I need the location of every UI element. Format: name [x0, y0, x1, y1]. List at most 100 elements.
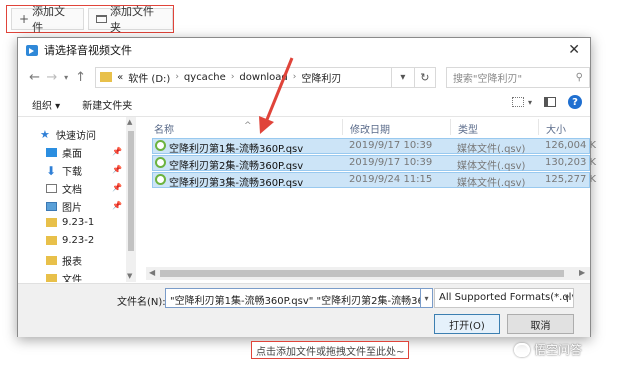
nav-item-documents[interactable]: 文档	[46, 181, 82, 196]
refresh-icon[interactable]: ↻	[414, 66, 436, 88]
folder-icon	[46, 218, 57, 227]
view-controls: ▾ ?	[511, 95, 582, 109]
desktop-icon	[46, 148, 57, 157]
dialog-title: 请选择音视频文件	[44, 44, 132, 57]
open-button[interactable]: 打开(O)	[434, 314, 500, 334]
filename-field[interactable]: "空降利刃第1集-流畅360P.qsv" "空降利刃第2集-流畅360P.c	[165, 288, 421, 308]
plus-icon: +	[19, 12, 30, 26]
add-file-button[interactable]: + 添加文件	[11, 5, 85, 34]
nav-item-folder[interactable]: 9.23-1	[46, 217, 94, 228]
file-size: 130,203 K	[545, 157, 597, 168]
up-arrow-icon[interactable]: ↑	[72, 70, 89, 85]
pin-icon: 📌	[112, 165, 122, 174]
column-divider[interactable]	[342, 119, 343, 135]
address-overflow[interactable]: «	[117, 72, 123, 83]
back-arrow-icon[interactable]: ←	[26, 70, 43, 85]
view-options-icon[interactable]	[511, 97, 524, 107]
nav-item-folder[interactable]: 报表	[46, 253, 82, 268]
file-row[interactable]: 空降利刃第3集-流畅360P.qsv 2019/9/24 11:15 媒体文件(…	[152, 172, 596, 189]
nav-item-label: 文档	[62, 185, 82, 196]
file-date: 2019/9/17 10:39	[349, 157, 433, 168]
help-icon[interactable]: ?	[568, 95, 582, 109]
drop-hint[interactable]: 点击添加文件或拖拽文件至此处~	[251, 341, 410, 359]
column-type[interactable]: 类型	[458, 121, 478, 136]
view-dropdown-icon[interactable]: ▾	[528, 98, 532, 107]
crumb-download[interactable]: download	[239, 72, 287, 83]
media-file-icon	[155, 174, 166, 185]
media-file-icon	[155, 157, 166, 168]
column-divider[interactable]	[538, 119, 539, 135]
pin-icon: 📌	[112, 147, 122, 156]
address-dropdown-icon[interactable]: ▾	[391, 66, 415, 88]
nav-pane-scrollbar[interactable]: ▲ ▼	[126, 117, 136, 282]
pin-icon: 📌	[112, 201, 122, 210]
forward-arrow-icon[interactable]: →	[43, 70, 60, 85]
scroll-right-icon[interactable]: ▶	[579, 268, 585, 277]
crumb-current[interactable]: 空降利刃	[301, 70, 341, 85]
crumb-separator: ›	[175, 72, 179, 82]
filename-label: 文件名(N):	[117, 297, 166, 308]
scroll-down-icon[interactable]: ▼	[127, 272, 132, 280]
watermark-text: 悟空问答	[534, 343, 583, 357]
watermark-logo-icon	[514, 342, 530, 357]
organize-menu[interactable]: 组织 ▾	[32, 97, 60, 112]
file-type: 媒体文件(.qsv)	[457, 178, 526, 189]
nav-item-folder[interactable]: 文件	[46, 271, 82, 282]
scroll-thumb[interactable]	[160, 270, 564, 277]
nav-item-downloads[interactable]: ⬇ 下载	[46, 163, 82, 179]
pin-icon: 📌	[112, 183, 122, 192]
file-list: ^ 名称 修改日期 类型 大小 空降利刃第1集-流畅360P.qsv 2019/…	[146, 117, 596, 267]
search-placeholder: 搜索"空降利刃"	[452, 73, 523, 85]
dialog-body: ★ 快速访问 桌面 📌 ⬇ 下载 📌 文档 📌 图片 📌 9.23-1 9.23…	[18, 116, 596, 283]
watermark: 悟空问答	[514, 341, 582, 358]
crumb-drive[interactable]: 软件 (D:)	[128, 70, 170, 85]
document-icon	[46, 184, 57, 193]
nav-item-pictures[interactable]: 图片	[46, 199, 82, 214]
column-headers: ^ 名称 修改日期 类型 大小	[146, 117, 590, 137]
star-icon: ★	[40, 128, 50, 141]
scroll-left-icon[interactable]: ◀	[149, 268, 155, 277]
file-type: 媒体文件(.qsv)	[457, 144, 526, 155]
file-date: 2019/9/24 11:15	[349, 174, 433, 185]
column-size[interactable]: 大小	[546, 121, 566, 136]
media-file-icon	[155, 140, 166, 151]
file-row[interactable]: 空降利刃第1集-流畅360P.qsv 2019/9/17 10:39 媒体文件(…	[152, 138, 596, 155]
column-date[interactable]: 修改日期	[350, 121, 390, 136]
navigation-pane: ★ 快速访问 桌面 📌 ⬇ 下载 📌 文档 📌 图片 📌 9.23-1 9.23…	[18, 117, 126, 282]
file-list-hscrollbar[interactable]: ◀ ▶	[146, 267, 590, 280]
recent-dropdown-icon[interactable]: ▾	[60, 73, 71, 82]
new-folder-button[interactable]: 新建文件夹	[82, 97, 132, 112]
sort-ascending-icon: ^	[244, 121, 252, 131]
search-input[interactable]: 搜索"空降利刃" ⚲	[445, 66, 590, 88]
file-row[interactable]: 空降利刃第2集-流畅360P.qsv 2019/9/17 10:39 媒体文件(…	[152, 155, 596, 172]
cancel-button[interactable]: 取消	[507, 314, 574, 334]
nav-item-label: 文件	[62, 275, 82, 282]
column-name[interactable]: 名称	[154, 121, 174, 136]
file-name: 空降利刃第2集-流畅360P.qsv	[169, 161, 304, 172]
nav-item-folder[interactable]: 9.23-2	[46, 235, 94, 246]
nav-item-quick-access[interactable]: ★ 快速访问	[40, 127, 96, 142]
app-root: + 添加文件 添加文件夹 请选择音视频文件 ✕ ← → ▾ ↑ « 软件 (D:…	[0, 0, 640, 367]
column-divider[interactable]	[450, 119, 451, 135]
search-icon: ⚲	[575, 71, 583, 83]
add-folder-button[interactable]: 添加文件夹	[88, 5, 173, 34]
nav-item-label: 下载	[62, 167, 82, 178]
scroll-up-icon[interactable]: ▲	[127, 118, 132, 126]
scroll-thumb[interactable]	[128, 131, 134, 251]
crumb-separator: ›	[230, 72, 235, 82]
file-size: 126,004 K	[545, 140, 597, 151]
nav-item-label: 图片	[62, 203, 82, 214]
command-bar: 组织 ▾ 新建文件夹 ▾ ?	[18, 92, 590, 116]
nav-item-desktop[interactable]: 桌面	[46, 145, 82, 160]
preview-pane-icon[interactable]	[544, 97, 556, 107]
file-date: 2019/9/17 10:39	[349, 140, 433, 151]
file-type: 媒体文件(.qsv)	[457, 161, 526, 172]
file-type-select[interactable]: All Supported Formats(*.qlv; ▾	[434, 288, 574, 308]
address-bar[interactable]: « 软件 (D:) › qycache › download › 空降利刃	[95, 66, 392, 88]
crumb-qycache[interactable]: qycache	[184, 72, 226, 83]
add-file-label: 添加文件	[32, 5, 66, 34]
add-folder-label: 添加文件夹	[110, 5, 155, 34]
close-icon[interactable]: ✕	[568, 42, 580, 58]
filename-dropdown-icon[interactable]: ▾	[421, 288, 433, 308]
navigation-bar: ← → ▾ ↑ « 软件 (D:) › qycache › download ›…	[18, 62, 590, 92]
